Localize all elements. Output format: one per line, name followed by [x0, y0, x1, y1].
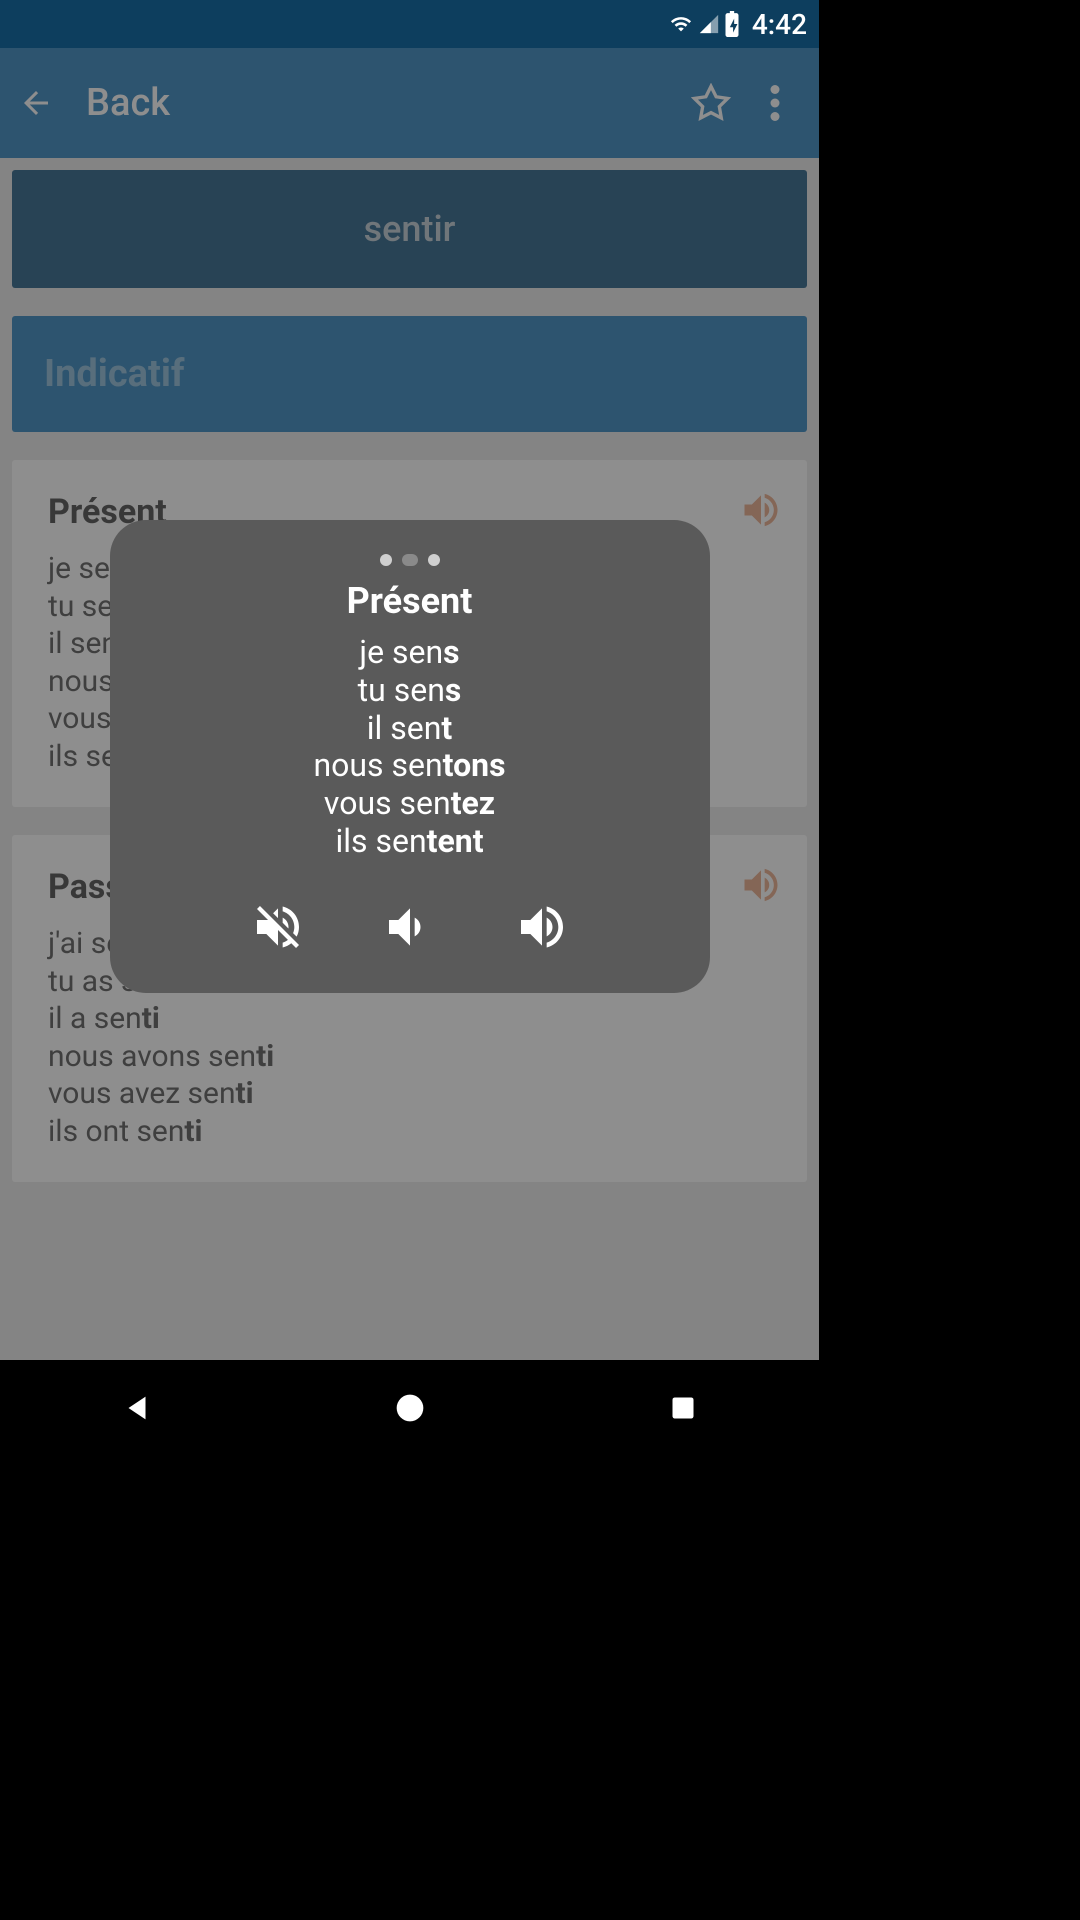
conj-line: nous sentons	[134, 747, 686, 785]
system-nav-bar	[0, 1360, 819, 1456]
conj-line: je sens	[134, 634, 686, 672]
conj-line: tu sens	[134, 672, 686, 710]
audio-popup: Présent je sens tu sens il sent nous sen…	[110, 520, 710, 993]
dot-icon	[380, 554, 392, 566]
page-indicator	[134, 554, 686, 566]
nav-back-button[interactable]	[113, 1384, 161, 1432]
status-time: 4:42	[752, 8, 807, 41]
cell-signal-icon	[698, 13, 720, 35]
volume-high-button[interactable]	[512, 897, 572, 957]
mute-button[interactable]	[248, 897, 308, 957]
popup-title: Présent	[134, 580, 686, 622]
wifi-icon	[668, 13, 694, 35]
status-bar: 4:42	[0, 0, 819, 48]
nav-recents-button[interactable]	[659, 1384, 707, 1432]
dot-icon	[402, 554, 418, 566]
nav-home-button[interactable]	[386, 1384, 434, 1432]
popup-conjugation-list: je sens tu sens il sent nous sentons vou…	[134, 634, 686, 861]
conj-line: ils sentent	[134, 823, 686, 861]
volume-controls	[134, 897, 686, 957]
conj-line: vous sentez	[134, 785, 686, 823]
conj-line: il sent	[134, 710, 686, 748]
volume-low-button[interactable]	[380, 897, 440, 957]
dot-icon	[428, 554, 440, 566]
battery-charging-icon	[724, 11, 740, 37]
